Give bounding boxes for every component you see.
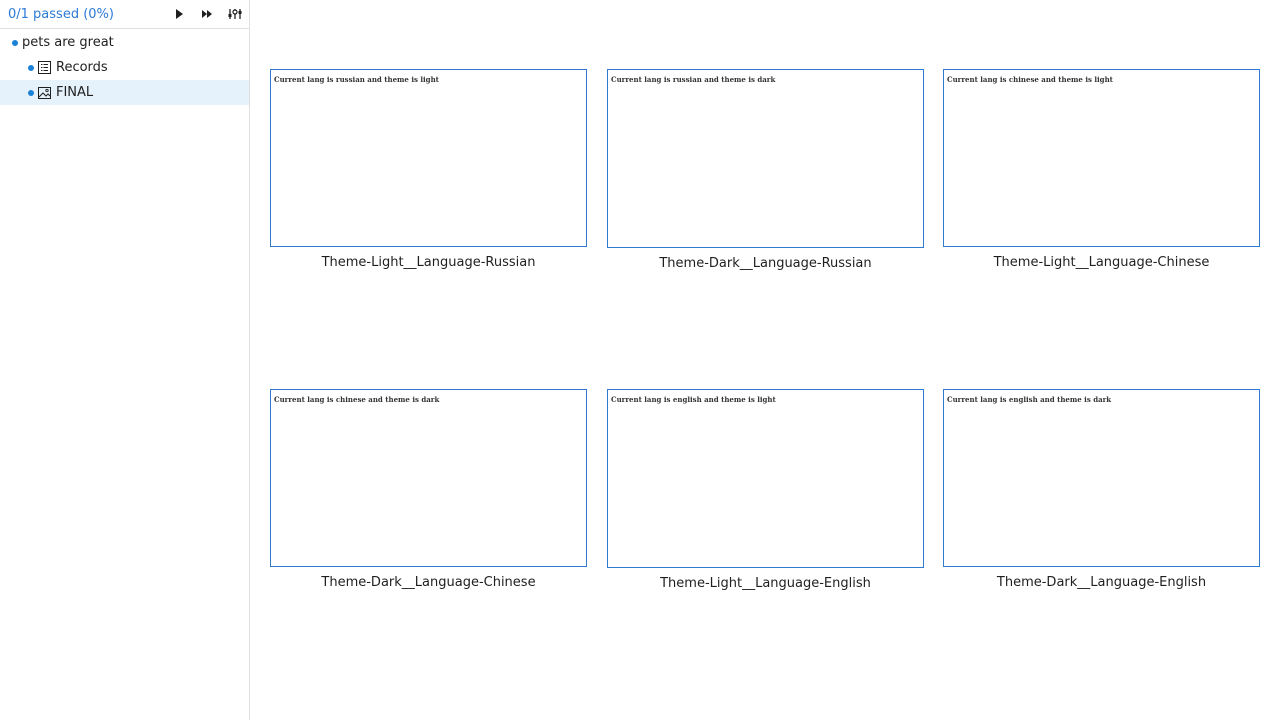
- screenshot-thumbnail[interactable]: Current lang is chinese and theme is dar…: [270, 389, 587, 567]
- thumbnail-text: Current lang is russian and theme is lig…: [274, 75, 439, 84]
- screenshot-caption: Theme-Light__Language-Russian: [321, 255, 536, 270]
- play-icon: [176, 9, 183, 19]
- screenshot-thumbnail[interactable]: Current lang is russian and theme is dar…: [607, 69, 924, 248]
- screenshot-caption: Theme-Light__Language-Chinese: [993, 255, 1210, 270]
- sidebar: 0/1 passed (0%) pets are great Records F…: [0, 0, 250, 720]
- gallery-item[interactable]: Current lang is russian and theme is lig…: [270, 69, 587, 270]
- test-tree: pets are great Records FINAL: [0, 30, 249, 105]
- gallery-item[interactable]: Current lang is chinese and theme is lig…: [943, 69, 1260, 270]
- thumbnail-text: Current lang is chinese and theme is lig…: [947, 75, 1113, 84]
- tree-item-root[interactable]: pets are great: [0, 30, 249, 55]
- app-window: 0/1 passed (0%) pets are great Records F…: [0, 0, 1280, 720]
- thumbnail-text: Current lang is english and theme is dar…: [947, 395, 1112, 404]
- settings-sliders-icon: [228, 9, 242, 19]
- thumbnail-text: Current lang is english and theme is lig…: [611, 395, 776, 404]
- screenshot-caption: Theme-Light__Language-English: [660, 576, 871, 591]
- gallery-item[interactable]: Current lang is chinese and theme is dar…: [270, 389, 587, 590]
- tree-item-final[interactable]: FINAL: [0, 80, 249, 105]
- screenshot-thumbnail[interactable]: Current lang is english and theme is lig…: [607, 389, 924, 568]
- screenshot-caption: Theme-Dark__Language-Chinese: [321, 575, 536, 590]
- tree-item-records[interactable]: Records: [0, 55, 249, 80]
- gallery-item[interactable]: Current lang is english and theme is dar…: [943, 389, 1260, 590]
- status-dot: [28, 89, 34, 96]
- screenshot-thumbnail[interactable]: Current lang is english and theme is dar…: [943, 389, 1260, 567]
- gallery-item[interactable]: Current lang is english and theme is lig…: [607, 389, 924, 591]
- sidebar-toolbar: 0/1 passed (0%): [0, 0, 249, 29]
- thumbnail-text: Current lang is chinese and theme is dar…: [274, 395, 440, 404]
- test-status-summary: 0/1 passed (0%): [8, 6, 114, 22]
- settings-button[interactable]: [221, 0, 249, 28]
- list-icon: [38, 61, 51, 74]
- run-button[interactable]: [165, 0, 193, 28]
- tree-item-label: Records: [56, 60, 108, 75]
- thumbnail-text: Current lang is russian and theme is dar…: [611, 75, 776, 84]
- screenshot-thumbnail[interactable]: Current lang is russian and theme is lig…: [270, 69, 587, 247]
- gallery-item[interactable]: Current lang is russian and theme is dar…: [607, 69, 924, 271]
- status-dot: [28, 64, 34, 71]
- screenshot-thumbnail[interactable]: Current lang is chinese and theme is lig…: [943, 69, 1260, 247]
- screenshot-caption: Theme-Dark__Language-Russian: [659, 256, 872, 271]
- run-all-button[interactable]: [193, 0, 221, 28]
- screenshot-caption: Theme-Dark__Language-English: [996, 575, 1207, 590]
- fast-forward-icon: [202, 10, 212, 18]
- status-dot: [12, 39, 18, 46]
- screenshot-gallery: Current lang is russian and theme is lig…: [250, 0, 1280, 720]
- tree-item-label: pets are great: [22, 35, 114, 50]
- image-icon: [38, 86, 51, 99]
- tree-item-label: FINAL: [56, 85, 94, 100]
